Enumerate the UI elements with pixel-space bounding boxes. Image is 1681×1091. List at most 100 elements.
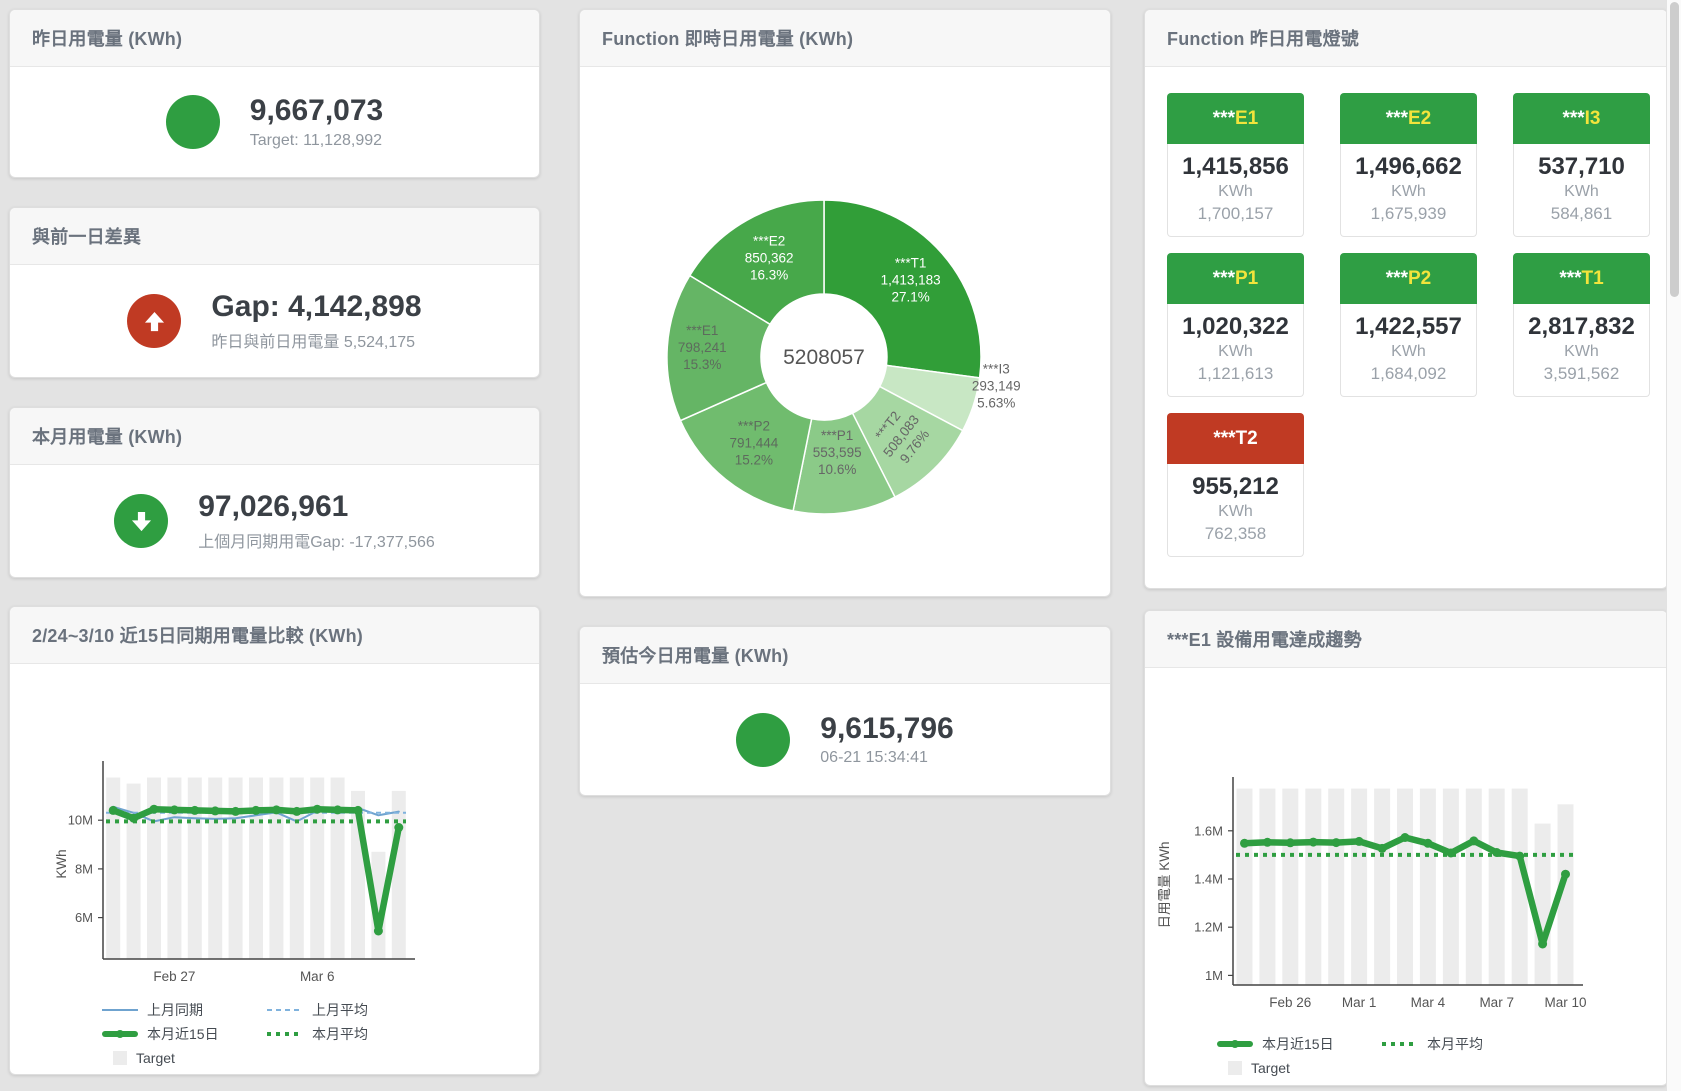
legend-swatch-icon <box>267 1009 303 1011</box>
legend-item[interactable]: 上月同期 <box>102 999 267 1020</box>
card-title: 本月用電量 (KWh) <box>32 423 182 449</box>
device-usage-target: 1,700,157 <box>1172 204 1299 224</box>
legend-label: 本月平均 <box>1427 1034 1483 1054</box>
data-point <box>150 805 159 814</box>
day-gap-value: Gap: 4,142,898 <box>211 290 421 325</box>
target-bar <box>1374 789 1390 985</box>
card-title: 昨日用電量 (KWh) <box>32 25 182 51</box>
target-bar <box>1489 789 1505 985</box>
data-point <box>394 823 403 832</box>
arrow-down-circle-icon <box>114 494 168 548</box>
stat-text: 9,667,073 Target: 11,128,992 <box>250 94 383 150</box>
device-tile-body: 955,212 KWh 762,358 <box>1167 464 1304 557</box>
legend-swatch-icon <box>102 1009 138 1011</box>
legend-label: 上月平均 <box>312 1000 368 1020</box>
month-usage-gap: 上個月同期用電Gap: -17,377,566 <box>198 528 435 552</box>
data-point <box>211 806 220 815</box>
device-tile: ***I3 537,710 KWh 584,861 <box>1513 93 1650 237</box>
legend-item[interactable]: 本月平均 <box>1382 1033 1547 1054</box>
card-header: ***E1 設備用電達成趨勢 <box>1145 611 1667 668</box>
device-tile: ***E1 1,415,856 KWh 1,700,157 <box>1167 93 1304 237</box>
target-bar <box>127 784 141 959</box>
target-bar <box>1305 789 1321 985</box>
e1-trend-chart[interactable]: 1M1.2M1.4M1.6MFeb 26Mar 1Mar 4Mar 7Mar 1… <box>1145 668 1667 1015</box>
chart-legend: 上月同期 上月平均 本月近15日 本月平均 Target <box>102 999 539 1068</box>
today-estimate-value: 9,615,796 <box>820 712 953 747</box>
today-estimate-card: 預估今日用電量 (KWh) 9,615,796 06-21 15:34:41 <box>579 626 1111 796</box>
data-point <box>1469 836 1478 845</box>
y-tick-label: 1M <box>1205 968 1223 983</box>
yesterday-usage-card: 昨日用電量 (KWh) 9,667,073 Target: 11,128,992 <box>9 9 540 178</box>
y-tick-label: 1.2M <box>1194 920 1223 935</box>
device-name-prefix: *** <box>1213 268 1235 290</box>
card-title: ***E1 設備用電達成趨勢 <box>1167 626 1362 652</box>
device-name-code: E1 <box>1235 108 1258 130</box>
data-point <box>1423 839 1432 848</box>
device-usage-unit: KWh <box>1518 343 1645 361</box>
legend-item[interactable]: 本月平均 <box>267 1023 432 1044</box>
card-header: 與前一日差異 <box>10 208 539 265</box>
y-tick-label: 10M <box>68 813 93 828</box>
device-name-code: E2 <box>1408 108 1431 130</box>
device-tile-header: ***T2 <box>1167 413 1304 464</box>
realtime-usage-donut-chart[interactable]: ***T11,413,18327.1%***I3293,1495.63%***T… <box>580 67 1110 596</box>
yesterday-usage-target: Target: 11,128,992 <box>250 132 383 150</box>
month-usage-card: 本月用電量 (KWh) 97,026,961 上個月同期用電Gap: -17,3… <box>9 407 540 578</box>
device-usage-unit: KWh <box>1172 183 1299 201</box>
data-point <box>170 805 179 814</box>
device-tile-body: 1,422,557 KWh 1,684,092 <box>1340 304 1477 397</box>
data-point <box>272 805 281 814</box>
data-point <box>1240 839 1249 848</box>
day-gap-subtitle: 昨日與前日用電量 5,524,175 <box>211 328 421 352</box>
legend-item[interactable]: 上月平均 <box>267 999 432 1020</box>
device-usage-unit: KWh <box>1172 503 1299 521</box>
legend-item[interactable]: 本月近15日 <box>102 1023 267 1044</box>
device-name-prefix: *** <box>1562 108 1584 130</box>
stat-body: 97,026,961 上個月同期用電Gap: -17,377,566 <box>10 465 539 577</box>
chart-legend: 本月近15日 本月平均 Target <box>1217 1033 1667 1078</box>
data-point <box>1355 837 1364 846</box>
device-usage-target: 1,675,939 <box>1345 204 1472 224</box>
y-axis-label: 日用電量 KWh <box>1157 841 1172 928</box>
legend-item[interactable]: Target <box>102 1047 267 1068</box>
legend-item[interactable]: 本月近15日 <box>1217 1033 1382 1054</box>
target-bar <box>269 778 283 960</box>
stat-text: Gap: 4,142,898 昨日與前日用電量 5,524,175 <box>211 290 421 352</box>
device-tile-header: ***T1 <box>1513 253 1650 304</box>
arrow-up-circle-icon <box>127 294 181 348</box>
target-bar <box>188 778 202 960</box>
device-usage-value: 2,817,832 <box>1518 313 1645 341</box>
e1-trend-card: ***E1 設備用電達成趨勢 1M1.2M1.4M1.6MFeb 26Mar 1… <box>1144 610 1668 1086</box>
device-usage-unit: KWh <box>1172 343 1299 361</box>
legend-swatch-icon <box>113 1051 127 1065</box>
target-bar <box>1535 824 1551 985</box>
vertical-scrollbar-thumb[interactable] <box>1670 2 1679 297</box>
vertical-scrollbar[interactable] <box>1666 0 1681 1091</box>
device-usage-value: 1,422,557 <box>1345 313 1472 341</box>
data-point <box>252 806 261 815</box>
target-bar <box>1420 789 1436 985</box>
device-name-code: T2 <box>1236 428 1258 450</box>
target-bar <box>1351 789 1367 985</box>
card-header: Function 即時日用電量 (KWh) <box>580 10 1110 67</box>
card-header: 本月用電量 (KWh) <box>10 408 539 465</box>
card-header: Function 昨日用電燈號 <box>1145 10 1667 67</box>
target-bar <box>1259 789 1275 985</box>
compare-15d-chart[interactable]: 6M8M10MFeb 27Mar 6KWh <box>10 664 539 994</box>
device-tile-header: ***E1 <box>1167 93 1304 144</box>
stat-text: 9,615,796 06-21 15:34:41 <box>820 712 953 768</box>
realtime-usage-card: Function 即時日用電量 (KWh) ***T11,413,18327.1… <box>579 9 1111 597</box>
device-tile-body: 2,817,832 KWh 3,591,562 <box>1513 304 1650 397</box>
yesterday-usage-value: 9,667,073 <box>250 94 383 129</box>
target-bar <box>106 778 120 960</box>
legend-item[interactable]: Target <box>1217 1057 1382 1078</box>
card-header: 預估今日用電量 (KWh) <box>580 627 1110 684</box>
legend-label: 本月近15日 <box>147 1024 219 1044</box>
device-usage-unit: KWh <box>1518 183 1645 201</box>
target-bar <box>1443 789 1459 985</box>
data-point <box>292 807 301 816</box>
legend-swatch-icon <box>267 1032 303 1036</box>
target-bar <box>331 778 345 960</box>
device-tile-header: ***P2 <box>1340 253 1477 304</box>
y-tick-label: 1.6M <box>1194 823 1223 838</box>
